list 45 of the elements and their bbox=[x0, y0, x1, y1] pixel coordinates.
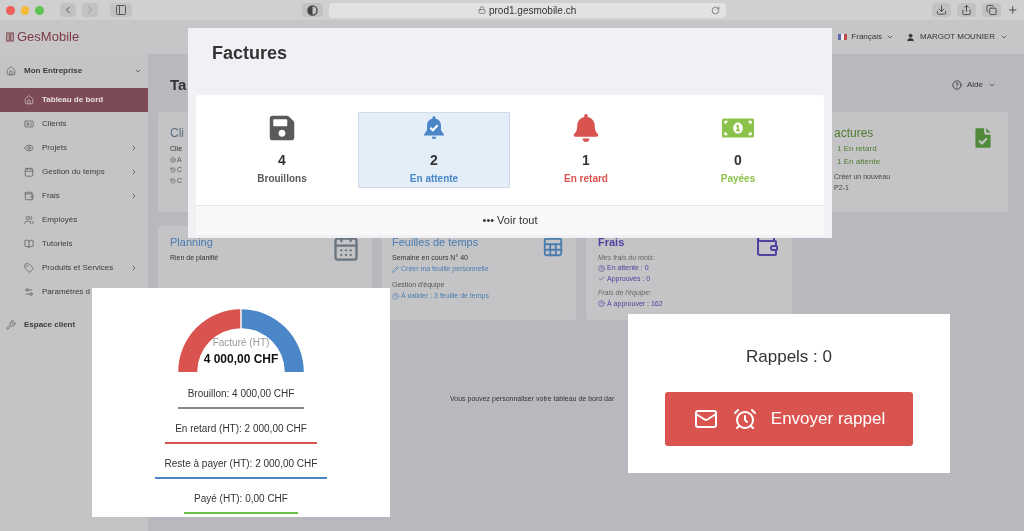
sidebar-item[interactable]: Tableau de bord bbox=[0, 88, 148, 112]
gauge-total: 4 000,00 CHF bbox=[203, 351, 279, 368]
amount-text: Payé (HT): 0,00 CHF bbox=[193, 492, 289, 506]
card-title: Planning bbox=[170, 235, 213, 250]
help-menu[interactable]: Aide bbox=[952, 79, 996, 91]
view-all-button[interactable]: ••• Voir tout bbox=[196, 205, 824, 235]
sidebar-item[interactable]: Clients bbox=[0, 112, 148, 136]
card-title: Feuilles de temps bbox=[392, 235, 479, 250]
sidebar-item[interactable]: Gestion du temps bbox=[0, 160, 148, 184]
app-logo-text: GesMobile bbox=[17, 28, 80, 47]
invoice-status-tile[interactable]: 2 En attente bbox=[358, 112, 510, 188]
sidebar-item[interactable]: Employés bbox=[0, 208, 148, 232]
gauge-label: Facturé (HT) bbox=[212, 336, 270, 350]
invoice-status-tile[interactable]: 1 En retard bbox=[510, 112, 662, 188]
reminders-count: Rappels : 0 bbox=[746, 346, 832, 368]
status-count: 1 bbox=[582, 151, 590, 170]
language-selector[interactable]: Français bbox=[838, 31, 895, 43]
card-title: actures bbox=[834, 125, 874, 142]
user-menu[interactable]: MARGOT MOUNIER bbox=[906, 31, 1008, 43]
status-count: 2 bbox=[430, 151, 438, 170]
sidebar-item[interactable]: Frais bbox=[0, 184, 148, 208]
status-label: Payées bbox=[720, 172, 756, 186]
status-count: 0 bbox=[734, 151, 742, 170]
status-label: Brouillons bbox=[257, 172, 307, 186]
status-label: En attente bbox=[409, 172, 459, 186]
amount-text: En retard (HT): 2 000,00 CHF bbox=[174, 422, 308, 436]
status-count: 4 bbox=[278, 151, 286, 170]
amount-text: Reste à payer (HT): 2 000,00 CHF bbox=[163, 457, 319, 471]
send-reminder-button[interactable]: Envoyer rappel bbox=[665, 391, 913, 446]
amount-text: Brouillon: 4 000,00 CHF bbox=[186, 387, 296, 401]
sidebar-section[interactable]: Espace client bbox=[0, 314, 148, 336]
card-title: Cli bbox=[170, 125, 184, 142]
status-label: En retard bbox=[564, 172, 608, 186]
address-bar[interactable]: prod1.gesmobile.ch bbox=[328, 2, 726, 18]
sidebar-item[interactable]: Produits et Services bbox=[0, 256, 148, 280]
sidebar-item[interactable]: Paramètres d bbox=[0, 280, 148, 304]
invoice-status-tile[interactable]: 4 Brouillons bbox=[206, 112, 358, 188]
page-title: Ta bbox=[170, 74, 187, 95]
url-text: prod1.gesmobile.ch bbox=[488, 3, 577, 18]
dialog-title: Factures bbox=[212, 42, 288, 65]
invoice-status-tile[interactable]: 0 Payées bbox=[662, 112, 814, 188]
card-title: Frais bbox=[598, 235, 625, 250]
sidebar-item[interactable]: Projets bbox=[0, 136, 148, 160]
sidebar-item[interactable]: Tutoriels bbox=[0, 232, 148, 256]
sidebar-section[interactable]: Mon Entreprise bbox=[0, 60, 148, 82]
